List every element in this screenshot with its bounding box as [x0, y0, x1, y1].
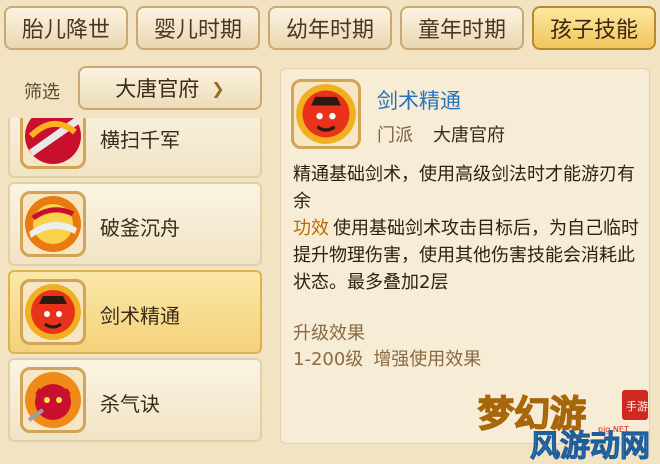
school-filter-dropdown[interactable]: 大唐官府 ❯: [78, 66, 262, 110]
skill-list[interactable]: 横扫千军 破釜沉舟 剑术精通 杀气诀: [8, 118, 264, 444]
tab-child-skills[interactable]: 孩子技能: [532, 6, 656, 50]
skill-name: 剑术精通: [100, 304, 180, 328]
upgrade-title: 升级效果: [293, 323, 365, 344]
flaming-wave-icon: [20, 191, 86, 257]
skill-name: 横扫千军: [100, 128, 180, 152]
upgrade-text: 增强使用效果: [373, 349, 482, 370]
red-warrior-icon: [20, 279, 86, 345]
svg-text:风游动网: 风游动网: [530, 429, 650, 460]
upgrade-effect: 1-200级 增强使用效果: [293, 345, 481, 371]
skill-name: 杀气诀: [100, 392, 160, 416]
school-value: 大唐官府: [433, 125, 505, 146]
chevron-down-icon: ❯: [211, 78, 225, 98]
red-warrior-icon: [291, 79, 361, 149]
school-label: 门派: [377, 125, 413, 146]
skill-name: 破釜沉舟: [100, 216, 180, 240]
tab-bar: 胎儿降世 婴儿时期 幼年时期 童年时期 孩子技能: [0, 0, 660, 56]
red-demon-icon: [20, 367, 86, 433]
filter-label: 筛选: [24, 82, 60, 103]
svg-text:pig.NET: pig.NET: [598, 425, 629, 434]
skill-item-sword-mastery[interactable]: 剑术精通: [8, 270, 262, 354]
skill-item-killing-aura[interactable]: 杀气诀: [8, 358, 262, 442]
filter-selected-value: 大唐官府: [115, 77, 200, 101]
effect-label: 功效: [293, 218, 329, 239]
tab-fetal[interactable]: 胎儿降世: [4, 6, 128, 50]
skill-effect: 功效 使用基础剑术攻击目标后，为自己临时提升物理伤害，使用其他伤害技能会消耗此状态…: [293, 215, 643, 296]
tab-childhood[interactable]: 童年时期: [400, 6, 524, 50]
tab-infant[interactable]: 婴儿时期: [136, 6, 260, 50]
skill-item-sweep[interactable]: 横扫千军: [8, 118, 262, 178]
site-watermark-logo: 梦幻游 手游 风游动网 pig.NET: [472, 384, 658, 464]
sword-sweep-icon: [20, 118, 86, 169]
svg-text:手游: 手游: [626, 399, 648, 413]
skill-description: 精通基础剑术，使用高级剑法时才能游刃有余: [293, 164, 635, 212]
skill-item-break[interactable]: 破釜沉舟: [8, 182, 262, 266]
upgrade-level: 1-200级: [293, 349, 364, 370]
effect-text: 使用基础剑术攻击目标后，为自己临时提升物理伤害，使用其他伤害技能会消耗此状态。最…: [293, 218, 639, 293]
tab-toddler[interactable]: 幼年时期: [268, 6, 392, 50]
skill-title: 剑术精通: [377, 89, 461, 113]
